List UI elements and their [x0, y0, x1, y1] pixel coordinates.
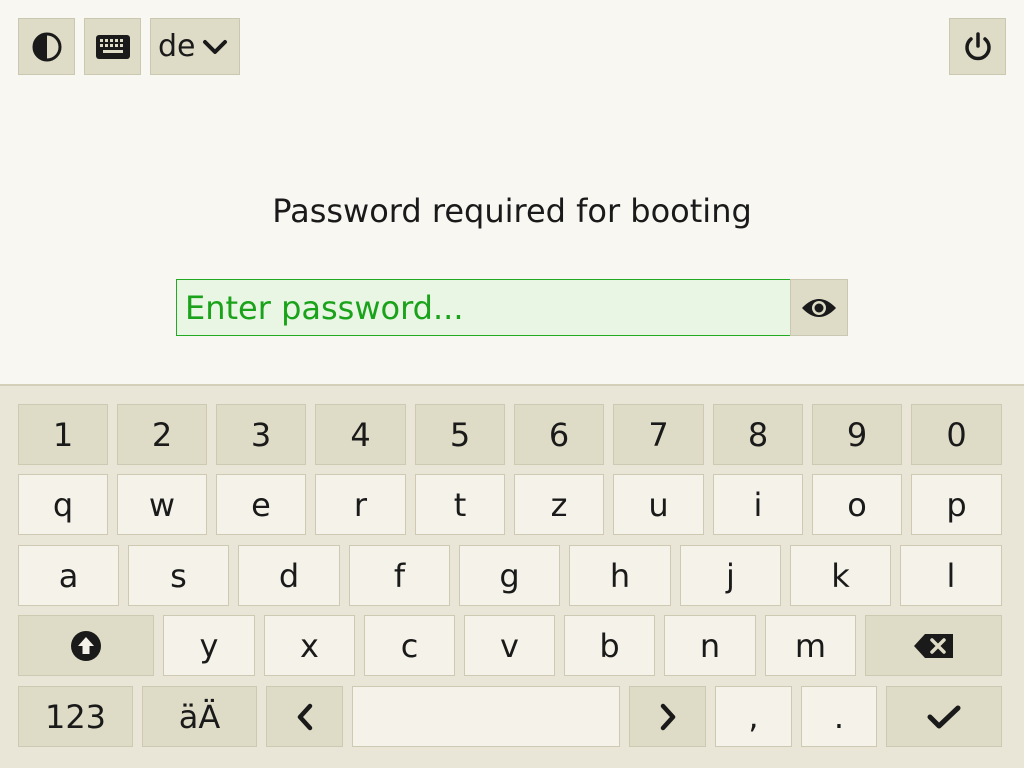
cursor-left-key[interactable] [266, 686, 343, 747]
cursor-right-key[interactable] [629, 686, 706, 747]
key-7[interactable]: 7 [613, 404, 704, 465]
keyboard-layout-dropdown[interactable]: de [150, 18, 240, 75]
key-p[interactable]: p [911, 474, 1002, 535]
key-u[interactable]: u [613, 474, 704, 535]
chevron-right-icon [658, 703, 678, 731]
key-9[interactable]: 9 [812, 404, 902, 465]
key-q[interactable]: q [18, 474, 108, 535]
shift-key[interactable] [18, 615, 154, 676]
key-n[interactable]: n [664, 615, 756, 676]
reveal-password-button[interactable] [790, 279, 848, 336]
key-o[interactable]: o [812, 474, 902, 535]
key-c[interactable]: c [364, 615, 455, 676]
shift-up-icon [70, 630, 102, 662]
key-1[interactable]: 1 [18, 404, 108, 465]
key-2[interactable]: 2 [117, 404, 207, 465]
key-0[interactable]: 0 [911, 404, 1002, 465]
key-y[interactable]: y [163, 615, 255, 676]
page-title: Password required for booting [272, 192, 752, 230]
key-x[interactable]: x [264, 615, 355, 676]
key-v[interactable]: v [464, 615, 555, 676]
chevron-left-icon [295, 703, 315, 731]
key-5[interactable]: 5 [415, 404, 505, 465]
space-key[interactable] [352, 686, 620, 747]
key-f[interactable]: f [349, 545, 450, 606]
key-s[interactable]: s [128, 545, 229, 606]
key-4[interactable]: 4 [315, 404, 406, 465]
numbers-key[interactable]: 123 [18, 686, 133, 747]
eye-icon [800, 295, 838, 321]
power-button[interactable] [949, 18, 1006, 75]
keyboard-icon [95, 34, 131, 60]
checkmark-icon [927, 704, 961, 730]
key-g[interactable]: g [459, 545, 560, 606]
keyboard-toggle-button[interactable] [84, 18, 141, 75]
key-t[interactable]: t [415, 474, 505, 535]
on-screen-keyboard: 1 2 3 4 5 6 7 8 9 0 q w e r t z u i o p … [0, 384, 1024, 768]
key-k[interactable]: k [790, 545, 891, 606]
backspace-icon [913, 633, 955, 659]
key-h[interactable]: h [569, 545, 671, 606]
enter-key[interactable] [886, 686, 1002, 747]
key-w[interactable]: w [117, 474, 207, 535]
period-key[interactable]: . [801, 686, 877, 747]
contrast-button[interactable] [18, 18, 75, 75]
key-e[interactable]: e [216, 474, 306, 535]
umlaut-key[interactable]: äÄ [142, 686, 257, 747]
key-6[interactable]: 6 [514, 404, 604, 465]
layout-label: de [158, 29, 196, 64]
key-a[interactable]: a [18, 545, 119, 606]
backspace-key[interactable] [865, 615, 1002, 676]
key-3[interactable]: 3 [216, 404, 306, 465]
key-m[interactable]: m [765, 615, 856, 676]
key-i[interactable]: i [713, 474, 803, 535]
password-input[interactable] [176, 279, 791, 336]
key-l[interactable]: l [900, 545, 1002, 606]
key-j[interactable]: j [680, 545, 781, 606]
key-d[interactable]: d [238, 545, 340, 606]
chevron-down-icon [202, 39, 228, 55]
power-icon [962, 31, 994, 63]
comma-key[interactable]: , [715, 686, 792, 747]
key-r[interactable]: r [315, 474, 406, 535]
contrast-icon [31, 31, 63, 63]
key-b[interactable]: b [564, 615, 655, 676]
key-z[interactable]: z [514, 474, 604, 535]
key-8[interactable]: 8 [713, 404, 803, 465]
